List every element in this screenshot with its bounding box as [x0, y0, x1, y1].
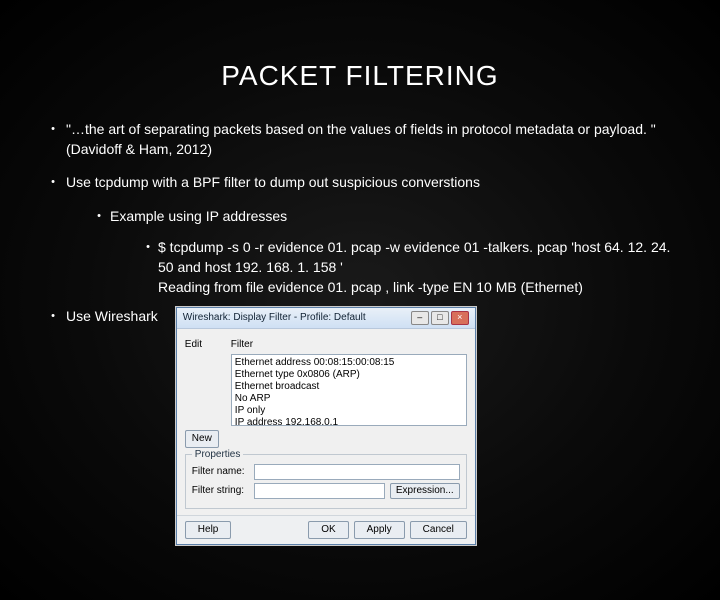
- bullet-level1: • "…the art of separating packets based …: [40, 120, 680, 159]
- ok-button[interactable]: OK: [308, 521, 348, 539]
- list-item[interactable]: Ethernet address 00:08:15:00:08:15: [235, 357, 463, 369]
- dialog-titlebar: Wireshark: Display Filter - Profile: Def…: [177, 308, 475, 329]
- new-button[interactable]: New: [185, 430, 219, 448]
- properties-group: Properties Filter name: Filter string: E…: [185, 454, 467, 509]
- bullet-dot: •: [40, 307, 66, 327]
- bullet-level1: • Use Wireshark: [40, 307, 158, 327]
- list-item[interactable]: Ethernet broadcast: [235, 381, 463, 393]
- code-line: Reading from file evidence 01. pcap , li…: [158, 279, 583, 295]
- list-item[interactable]: IP address 192.168.0.1: [235, 417, 463, 426]
- bullet-text: "…the art of separating packets based on…: [66, 120, 680, 159]
- bullet-level2: • Example using IP addresses: [88, 207, 680, 227]
- bullet-dot: •: [88, 207, 110, 227]
- wireshark-dialog: Wireshark: Display Filter - Profile: Def…: [176, 307, 476, 545]
- filter-list[interactable]: Ethernet address 00:08:15:00:08:15 Ether…: [231, 354, 467, 426]
- list-item[interactable]: Ethernet type 0x0806 (ARP): [235, 369, 463, 381]
- apply-button[interactable]: Apply: [354, 521, 405, 539]
- help-button[interactable]: Help: [185, 521, 232, 539]
- slide-title: PACKET FILTERING: [0, 60, 720, 92]
- filter-string-label: Filter string:: [192, 484, 254, 498]
- bullet-dot: •: [138, 238, 158, 297]
- code-line: $ tcpdump -s 0 -r evidence 01. pcap -w e…: [158, 239, 670, 275]
- dialog-body: Edit Filter Ethernet address 00:08:15:00…: [177, 329, 475, 515]
- dialog-title: Wireshark: Display Filter - Profile: Def…: [183, 311, 366, 325]
- bullet-dot: •: [40, 120, 66, 159]
- filter-name-input[interactable]: [254, 464, 460, 480]
- cancel-button[interactable]: Cancel: [410, 521, 467, 539]
- filter-label: Filter: [231, 338, 467, 352]
- bullet-text: Example using IP addresses: [110, 207, 287, 227]
- edit-label: Edit: [185, 338, 225, 352]
- bullet-text: $ tcpdump -s 0 -r evidence 01. pcap -w e…: [158, 238, 680, 297]
- list-item[interactable]: No ARP: [235, 393, 463, 405]
- filter-name-label: Filter name:: [192, 465, 254, 479]
- slide-body: • "…the art of separating packets based …: [0, 120, 720, 545]
- close-button[interactable]: ×: [451, 311, 469, 325]
- window-buttons: – □ ×: [411, 311, 469, 325]
- expression-button[interactable]: Expression...: [390, 483, 460, 499]
- bullet-dot: •: [40, 173, 66, 193]
- minimize-button[interactable]: –: [411, 311, 429, 325]
- filter-string-input[interactable]: [254, 483, 385, 499]
- list-item[interactable]: IP only: [235, 405, 463, 417]
- bullet-text: Use Wireshark: [66, 307, 158, 327]
- bullet-level1: • Use tcpdump with a BPF filter to dump …: [40, 173, 680, 193]
- bullet-level3: • $ tcpdump -s 0 -r evidence 01. pcap -w…: [138, 238, 680, 297]
- group-label: Properties: [192, 448, 244, 462]
- bullet-text: Use tcpdump with a BPF filter to dump ou…: [66, 173, 480, 193]
- maximize-button[interactable]: □: [431, 311, 449, 325]
